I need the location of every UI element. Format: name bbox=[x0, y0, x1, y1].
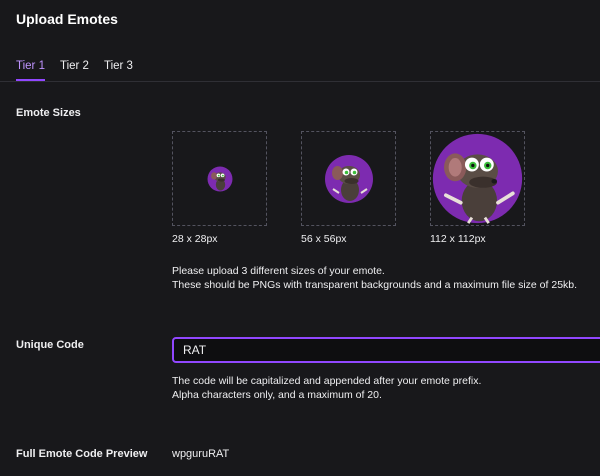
rat-emote-icon bbox=[324, 154, 373, 203]
tab-tier-3[interactable]: Tier 3 bbox=[104, 60, 133, 81]
size-label-112: 112 x 112px bbox=[430, 233, 486, 245]
page-title: Upload Emotes bbox=[16, 11, 118, 27]
preview-label: Full Emote Code Preview bbox=[16, 448, 148, 460]
size-label-28: 28 x 28px bbox=[172, 233, 218, 245]
tab-tier-1[interactable]: Tier 1 bbox=[16, 60, 45, 81]
tab-tier-2[interactable]: Tier 2 bbox=[60, 60, 89, 81]
rat-emote-icon bbox=[207, 166, 232, 191]
emote-upload-28[interactable] bbox=[172, 131, 267, 226]
tab-divider bbox=[0, 81, 600, 82]
unique-code-help-line1: The code will be capitalized and appende… bbox=[172, 375, 482, 387]
emote-sizes-label: Emote Sizes bbox=[16, 107, 81, 119]
emote-sizes-help-line2: These should be PNGs with transparent ba… bbox=[172, 279, 578, 291]
tier-tabs: Tier 1 Tier 2 Tier 3 bbox=[16, 60, 148, 81]
emote-sizes-help-line1: Please upload 3 different sizes of your … bbox=[172, 265, 385, 277]
unique-code-help: The code will be capitalized and appende… bbox=[172, 374, 481, 402]
unique-code-help-line2: Alpha characters only, and a maximum of … bbox=[172, 389, 382, 401]
emote-upload-112[interactable] bbox=[430, 131, 525, 226]
emote-sizes-help: Please upload 3 different sizes of your … bbox=[172, 264, 577, 292]
preview-value: wpguruRAT bbox=[172, 448, 230, 460]
unique-code-label: Unique Code bbox=[16, 339, 84, 351]
rat-emote-icon bbox=[432, 133, 523, 224]
size-label-56: 56 x 56px bbox=[301, 233, 347, 245]
unique-code-input[interactable] bbox=[172, 337, 600, 363]
emote-upload-56[interactable] bbox=[301, 131, 396, 226]
